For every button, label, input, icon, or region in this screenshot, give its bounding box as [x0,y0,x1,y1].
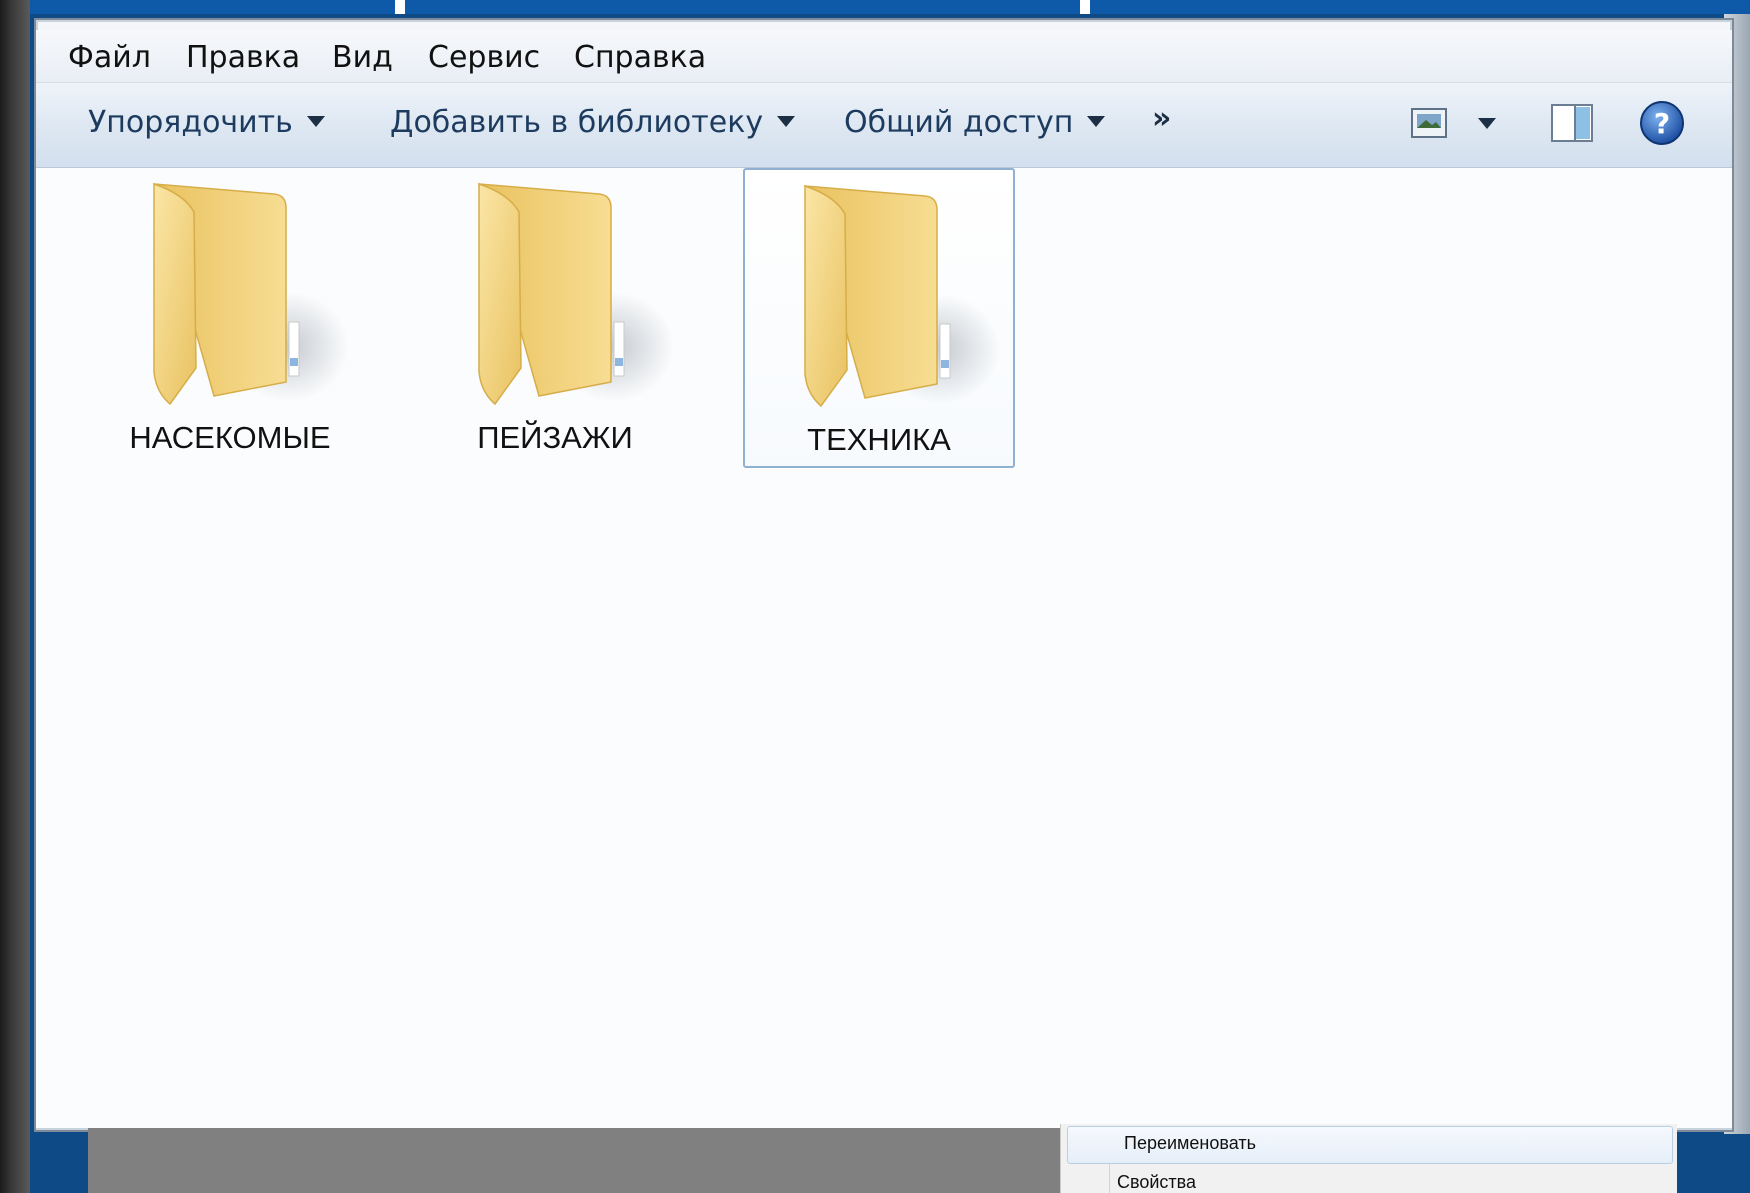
explorer-window: Файл Правка Вид Сервис Справка Упорядочи… [34,18,1734,1132]
preview-pane-icon [1551,104,1593,142]
background-divider [1080,0,1090,14]
organize-button[interactable]: Упорядочить [88,105,325,140]
folder-item[interactable]: НАСЕКОМЫЕ [94,168,366,468]
chevron-down-icon [777,116,796,127]
background-window-strip [405,0,1080,14]
chevron-down-icon [1087,116,1106,127]
folder-name: ТЕХНИКА [807,422,951,457]
change-view-button[interactable] [1408,103,1508,143]
folder-icon [152,182,349,406]
menu-view[interactable]: Вид [332,40,393,75]
menu-bar: Файл Правка Вид Сервис Справка [36,30,1732,83]
command-bar: Упорядочить Добавить в библиотеку Общий … [36,83,1732,168]
menu-help[interactable]: Справка [574,40,706,75]
add-to-library-button[interactable]: Добавить в библиотеку [390,105,796,140]
context-menu: Переименовать Свойства [1060,1124,1677,1193]
context-menu-item-rename[interactable]: Переименовать [1067,1126,1673,1164]
background-area [88,1128,1060,1193]
background-divider [395,0,405,14]
folder-icon [477,182,674,406]
file-view: НАСЕКОМЫЕ ПЕЙЗАЖИ ТЕХНИКА [36,168,1732,1128]
organize-label: Упорядочить [88,105,293,140]
rename-label: Переименовать [1124,1133,1256,1153]
share-button[interactable]: Общий доступ [844,105,1106,140]
add-to-library-label: Добавить в библиотеку [390,105,764,140]
svg-text:?: ? [1654,107,1670,140]
chevron-down-icon [306,116,325,127]
more-commands-button[interactable]: » [1152,101,1171,136]
background-window-strip [1090,0,1750,14]
context-menu-item-properties[interactable]: Свойства [1061,1166,1677,1193]
preview-pane-button[interactable] [1548,101,1596,145]
menu-file[interactable]: Файл [68,40,151,75]
background-window-edge [0,0,30,1193]
folder-item[interactable]: ПЕЙЗАЖИ [419,168,691,468]
help-icon: ? [1640,101,1684,145]
menu-tools[interactable]: Сервис [428,40,540,75]
help-button[interactable]: ? [1638,99,1686,147]
folder-icon [803,184,1000,408]
folder-item[interactable]: ТЕХНИКА [743,168,1015,468]
folder-name: ПЕЙЗАЖИ [477,420,633,455]
folder-name: НАСЕКОМЫЕ [129,420,331,455]
share-label: Общий доступ [844,105,1074,140]
change-view-icon [1411,108,1496,138]
properties-label: Свойства [1117,1172,1197,1192]
menu-edit[interactable]: Правка [186,40,300,75]
background-window-strip [30,0,395,14]
